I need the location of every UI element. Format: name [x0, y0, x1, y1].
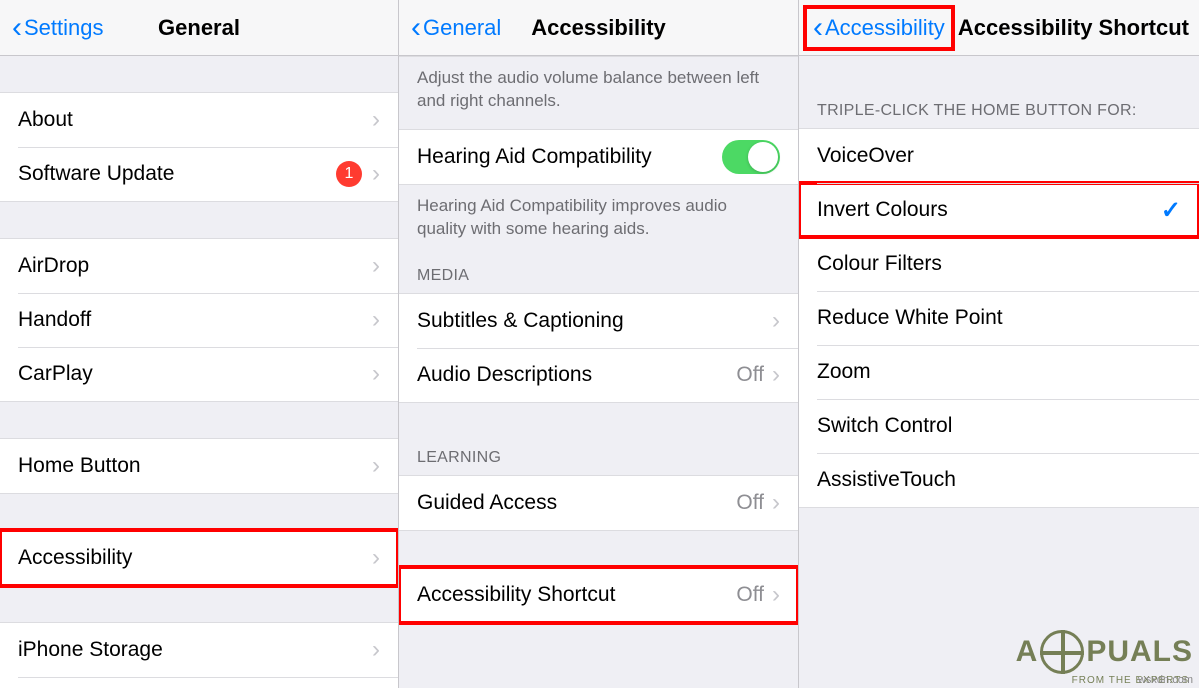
- row-handoff[interactable]: Handoff ›: [0, 293, 398, 347]
- row-switch-control[interactable]: Switch Control: [799, 399, 1199, 453]
- navbar-general: ‹ Settings General: [0, 0, 398, 56]
- chevron-right-icon: ›: [372, 636, 380, 664]
- chevron-left-icon: ‹: [813, 13, 823, 43]
- row-software-update[interactable]: Software Update 1 ›: [0, 147, 398, 201]
- chevron-right-icon: ›: [372, 160, 380, 188]
- shortcut-content: TRIPLE-CLICK THE HOME BUTTON FOR: VoiceO…: [799, 56, 1199, 688]
- row-label: Colour Filters: [817, 252, 1181, 276]
- row-background-app-refresh[interactable]: Background App Refresh ›: [0, 677, 398, 688]
- chevron-right-icon: ›: [772, 489, 780, 517]
- row-label: AssistiveTouch: [817, 468, 1181, 492]
- row-label: VoiceOver: [817, 144, 1181, 168]
- row-hearing-aid[interactable]: Hearing Aid Compatibility: [399, 130, 798, 184]
- row-label: Handoff: [18, 308, 372, 332]
- row-airdrop[interactable]: AirDrop ›: [0, 239, 398, 293]
- row-voiceover[interactable]: VoiceOver: [799, 129, 1199, 183]
- back-label: Settings: [24, 15, 104, 41]
- back-to-accessibility[interactable]: ‹ Accessibility: [805, 7, 953, 49]
- chevron-right-icon: ›: [372, 544, 380, 572]
- chevron-left-icon: ‹: [411, 13, 421, 43]
- row-value: Off: [736, 363, 764, 387]
- row-colour-filters[interactable]: Colour Filters: [799, 237, 1199, 291]
- row-subtitles[interactable]: Subtitles & Captioning ›: [399, 294, 798, 348]
- row-reduce-white-point[interactable]: Reduce White Point: [799, 291, 1199, 345]
- back-label: General: [423, 15, 501, 41]
- row-label: Guided Access: [417, 491, 736, 515]
- panel-accessibility: ‹ General Accessibility Adjust the audio…: [399, 0, 799, 688]
- chevron-right-icon: ›: [372, 306, 380, 334]
- row-value: Off: [736, 583, 764, 607]
- audio-balance-footer: Adjust the audio volume balance between …: [399, 57, 798, 129]
- source-caption: wsxdn.com: [1138, 674, 1193, 686]
- page-title: Accessibility: [531, 15, 666, 41]
- learning-header: LEARNING: [399, 439, 798, 475]
- triple-click-header: TRIPLE-CLICK THE HOME BUTTON FOR:: [799, 92, 1199, 128]
- chevron-right-icon: ›: [372, 106, 380, 134]
- update-badge: 1: [336, 161, 362, 187]
- toggle-on-icon[interactable]: [722, 140, 780, 174]
- chevron-right-icon: ›: [772, 361, 780, 389]
- media-header: MEDIA: [399, 257, 798, 293]
- row-label: Subtitles & Captioning: [417, 309, 772, 333]
- row-label: Accessibility: [18, 546, 372, 570]
- row-carplay[interactable]: CarPlay ›: [0, 347, 398, 401]
- hearing-aid-footer: Hearing Aid Compatibility improves audio…: [399, 185, 798, 257]
- row-assistivetouch[interactable]: AssistiveTouch: [799, 453, 1199, 507]
- chevron-right-icon: ›: [772, 581, 780, 609]
- row-label: Invert Colours: [817, 198, 1161, 222]
- row-home-button[interactable]: Home Button ›: [0, 439, 398, 493]
- chevron-left-icon: ‹: [12, 13, 22, 43]
- row-label: CarPlay: [18, 362, 372, 386]
- row-label: Zoom: [817, 360, 1181, 384]
- accessibility-content: Adjust the audio volume balance between …: [399, 56, 798, 688]
- navbar-accessibility: ‹ General Accessibility: [399, 0, 798, 56]
- navbar-shortcut: ‹ Accessibility Accessibility Shortcut: [799, 0, 1199, 56]
- panel-general: ‹ Settings General About › Software Upda…: [0, 0, 399, 688]
- chevron-right-icon: ›: [372, 252, 380, 280]
- back-to-general[interactable]: ‹ General: [405, 9, 507, 47]
- row-accessibility-shortcut[interactable]: Accessibility Shortcut Off ›: [399, 568, 798, 622]
- panel-accessibility-shortcut: ‹ Accessibility Accessibility Shortcut T…: [799, 0, 1199, 688]
- chevron-right-icon: ›: [372, 452, 380, 480]
- row-guided-access[interactable]: Guided Access Off ›: [399, 476, 798, 530]
- row-label: Home Button: [18, 454, 372, 478]
- page-title: General: [158, 15, 240, 41]
- row-label: AirDrop: [18, 254, 372, 278]
- chevron-right-icon: ›: [372, 360, 380, 388]
- checkmark-icon: ✓: [1161, 196, 1181, 225]
- row-iphone-storage[interactable]: iPhone Storage ›: [0, 623, 398, 677]
- row-audio-descriptions[interactable]: Audio Descriptions Off ›: [399, 348, 798, 402]
- row-label: Hearing Aid Compatibility: [417, 145, 722, 169]
- chevron-right-icon: ›: [772, 307, 780, 335]
- row-accessibility[interactable]: Accessibility ›: [0, 531, 398, 585]
- row-value: Off: [736, 491, 764, 515]
- page-title: Accessibility Shortcut: [958, 15, 1189, 41]
- row-label: Switch Control: [817, 414, 1181, 438]
- row-zoom[interactable]: Zoom: [799, 345, 1199, 399]
- row-about[interactable]: About ›: [0, 93, 398, 147]
- general-content: About › Software Update 1 › AirDrop › Ha…: [0, 56, 398, 688]
- row-label: Software Update: [18, 162, 336, 186]
- row-label: Accessibility Shortcut: [417, 583, 736, 607]
- back-label: Accessibility: [825, 15, 945, 41]
- row-label: iPhone Storage: [18, 638, 372, 662]
- row-invert-colours[interactable]: Invert Colours ✓: [799, 183, 1199, 237]
- row-label: About: [18, 108, 372, 132]
- row-label: Audio Descriptions: [417, 363, 736, 387]
- back-to-settings[interactable]: ‹ Settings: [6, 9, 110, 47]
- row-label: Reduce White Point: [817, 306, 1181, 330]
